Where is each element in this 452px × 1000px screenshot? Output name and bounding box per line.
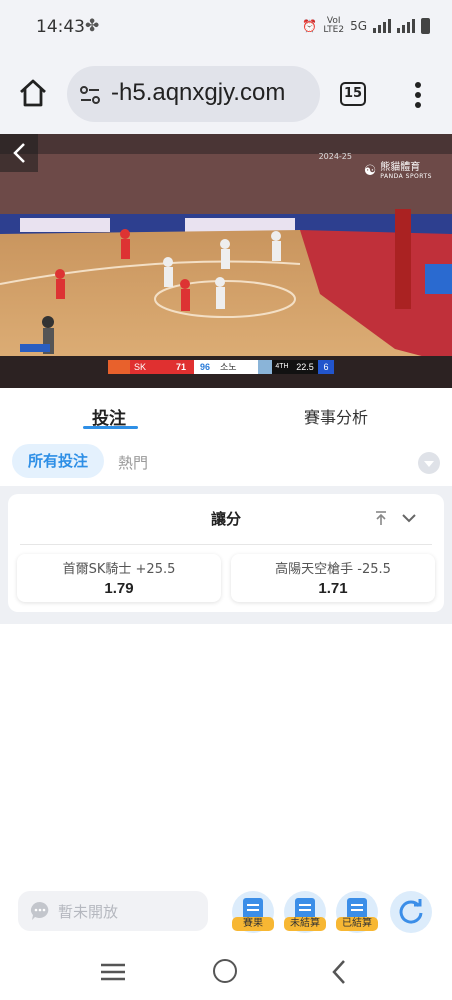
- url-text: -h5.aqnxgjy.com: [111, 79, 286, 106]
- tab-switcher-button[interactable]: 15: [340, 82, 366, 106]
- site-settings-icon[interactable]: [79, 84, 101, 106]
- battery-icon: [421, 18, 430, 34]
- browser-toolbar: -h5.aqnxgjy.com 15: [0, 54, 452, 134]
- unsettled-label: 未結算: [284, 917, 326, 931]
- home-icon[interactable]: [18, 78, 48, 108]
- expand-filters-icon[interactable]: [418, 452, 440, 474]
- status-time: 14:43: [36, 17, 85, 37]
- game-clock: 22.5: [292, 360, 318, 374]
- odds-team-label: 高陽天空槍手 -25.5: [275, 562, 391, 577]
- scoreboard: SK 71 96 소노 4TH 22.5 6: [108, 360, 346, 374]
- signal-icon-2: [397, 19, 415, 33]
- filter-all-bets[interactable]: 所有投注: [12, 444, 104, 478]
- unsettled-button[interactable]: 未結算: [284, 891, 326, 933]
- odds-value: 1.79: [104, 580, 134, 597]
- panda-icon: ☯: [363, 163, 377, 179]
- odds-option-away[interactable]: 高陽天空槍手 -25.5 1.71: [231, 554, 435, 602]
- chat-icon: [31, 902, 49, 920]
- season-label: 2024-25: [318, 152, 352, 161]
- home-nav-icon[interactable]: [213, 959, 237, 983]
- more-menu-icon[interactable]: [411, 80, 425, 110]
- system-nav-bar: [0, 944, 452, 1000]
- shot-clock: 6: [318, 360, 334, 374]
- fan-icon: ✤: [85, 16, 100, 36]
- quarter: 4TH: [272, 360, 292, 374]
- status-icons: ⏰ VoI LTE2 5G: [302, 17, 430, 35]
- chat-input[interactable]: 暫未開放: [18, 891, 208, 931]
- broadcaster-logo: ☯ 熊貓體育 PANDA SPORTS: [363, 162, 432, 180]
- active-tab-indicator: [83, 426, 138, 429]
- refresh-icon: [399, 899, 423, 924]
- alarm-icon: ⏰: [302, 19, 318, 33]
- settled-button[interactable]: 已結算: [336, 891, 378, 933]
- chat-placeholder: 暫未開放: [58, 903, 119, 921]
- chevron-down-icon[interactable]: [401, 512, 417, 524]
- away-score: 96: [194, 360, 216, 374]
- signal-icon: [373, 19, 391, 33]
- odds-value: 1.71: [318, 580, 348, 597]
- divider: [20, 544, 432, 545]
- status-bar: 14:43 ✤ ⏰ VoI LTE2 5G: [0, 0, 452, 54]
- pin-to-top-icon[interactable]: [374, 510, 388, 526]
- live-video-player[interactable]: 2024-25 ☯ 熊貓體育 PANDA SPORTS SK 71 96 소노 …: [0, 134, 452, 388]
- address-bar[interactable]: -h5.aqnxgjy.com: [67, 66, 320, 122]
- filter-hot[interactable]: 熱門: [118, 452, 148, 473]
- refresh-button[interactable]: [390, 891, 432, 933]
- home-team-name: SK: [130, 360, 168, 374]
- away-team-logo: [258, 360, 272, 374]
- results-label: 賽果: [232, 917, 274, 931]
- main-tabs: 投注 賽事分析: [0, 388, 452, 440]
- odds-team-label: 首爾SK騎士 +25.5: [62, 562, 176, 577]
- home-score: 71: [168, 360, 194, 374]
- tab-match-analysis[interactable]: 賽事分析: [304, 404, 368, 428]
- bet-filter-row: 所有投注 熱門: [0, 440, 452, 486]
- back-icon[interactable]: [0, 134, 38, 172]
- home-team-logo: [108, 360, 130, 374]
- network-type: 5G: [350, 19, 367, 33]
- recent-apps-icon[interactable]: [100, 962, 126, 982]
- settled-label: 已結算: [336, 917, 378, 931]
- results-button[interactable]: 賽果: [232, 891, 274, 933]
- away-team-name: 소노: [216, 360, 258, 374]
- back-nav-icon[interactable]: [330, 959, 348, 985]
- market-card-handicap: 讓分 首爾SK騎士 +25.5 1.79 高陽天空槍手 -25.5 1.71: [8, 494, 444, 612]
- volte-indicator: VoI LTE2: [323, 16, 345, 35]
- odds-option-home[interactable]: 首爾SK騎士 +25.5 1.79: [17, 554, 221, 602]
